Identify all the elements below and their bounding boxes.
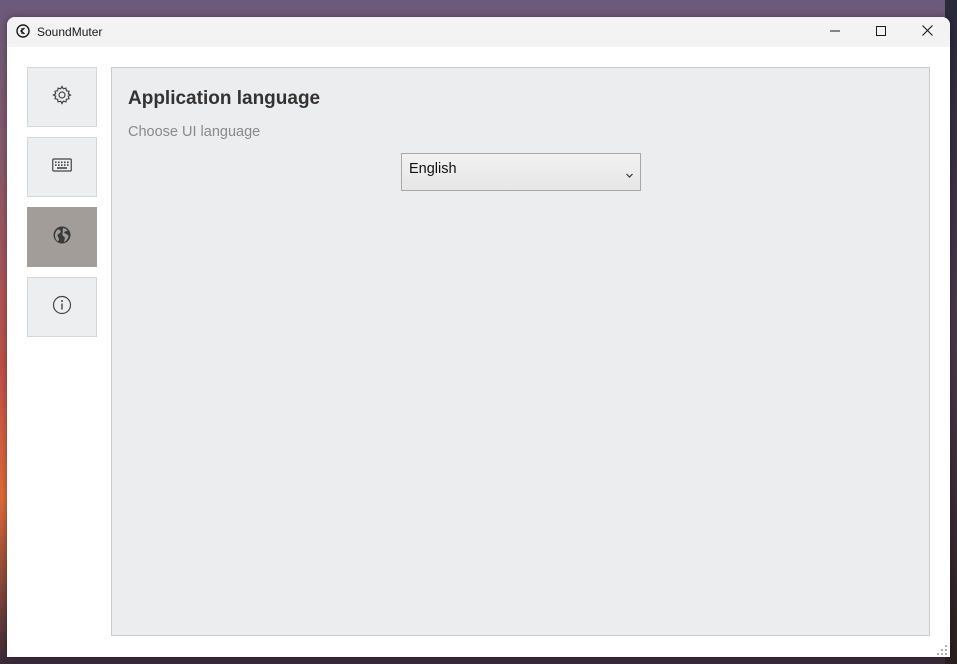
page-subtitle: Choose UI language bbox=[128, 124, 261, 140]
app-logo-icon bbox=[16, 24, 30, 38]
sidebar-item-about[interactable] bbox=[27, 277, 97, 337]
maximize-icon bbox=[876, 23, 886, 41]
maximize-button[interactable] bbox=[858, 17, 904, 47]
info-icon bbox=[52, 295, 72, 320]
chevron-down-icon bbox=[625, 167, 634, 178]
title-bar[interactable]: SoundMuter bbox=[7, 17, 950, 47]
globe-icon bbox=[52, 225, 72, 250]
app-window: SoundMuter Application language Choose U… bbox=[7, 17, 950, 657]
resize-grip-icon[interactable] bbox=[936, 643, 948, 655]
sidebar-item-language[interactable] bbox=[27, 207, 97, 267]
language-settings-panel: Application language Choose UI language … bbox=[111, 67, 930, 636]
minimize-button[interactable] bbox=[812, 17, 858, 47]
language-select[interactable]: English bbox=[401, 153, 641, 191]
sidebar-item-settings[interactable] bbox=[27, 67, 97, 127]
close-icon bbox=[921, 23, 933, 41]
page-title: Application language bbox=[128, 88, 321, 109]
gear-icon bbox=[52, 84, 72, 110]
close-button[interactable] bbox=[904, 17, 950, 47]
sidebar-item-hotkeys[interactable] bbox=[27, 137, 97, 197]
window-title: SoundMuter bbox=[37, 25, 103, 39]
minimize-icon bbox=[830, 23, 840, 41]
keyboard-icon bbox=[52, 157, 72, 177]
language-select-value: English bbox=[409, 161, 457, 177]
